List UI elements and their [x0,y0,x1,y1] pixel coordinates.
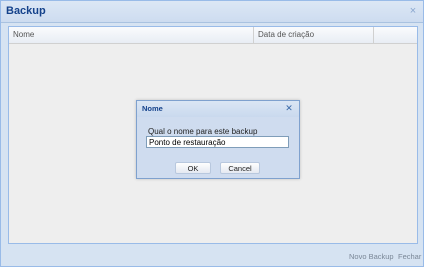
window-header: Backup × [1,1,423,23]
dialog-title: Nome [142,104,163,113]
grid-header: Nome Data de criação [9,27,417,44]
dialog-prompt: Qual o nome para este backup [148,127,258,136]
new-backup-button[interactable]: Novo Backup [349,252,394,261]
column-header-empty [374,27,417,43]
close-button[interactable]: Fechar [398,252,421,261]
ok-button[interactable]: OK [175,162,211,174]
window-close-icon[interactable]: × [406,4,420,18]
column-header-date[interactable]: Data de criação [254,27,374,43]
window-title: Backup [6,5,46,17]
dialog-header: Nome ✕ [137,101,299,117]
dialog-close-icon[interactable]: ✕ [284,103,294,113]
column-header-name[interactable]: Nome [9,27,254,43]
name-dialog: Nome ✕ Qual o nome para este backup OK C… [136,100,300,179]
cancel-button[interactable]: Cancel [220,162,260,174]
backup-name-input[interactable] [146,136,289,148]
